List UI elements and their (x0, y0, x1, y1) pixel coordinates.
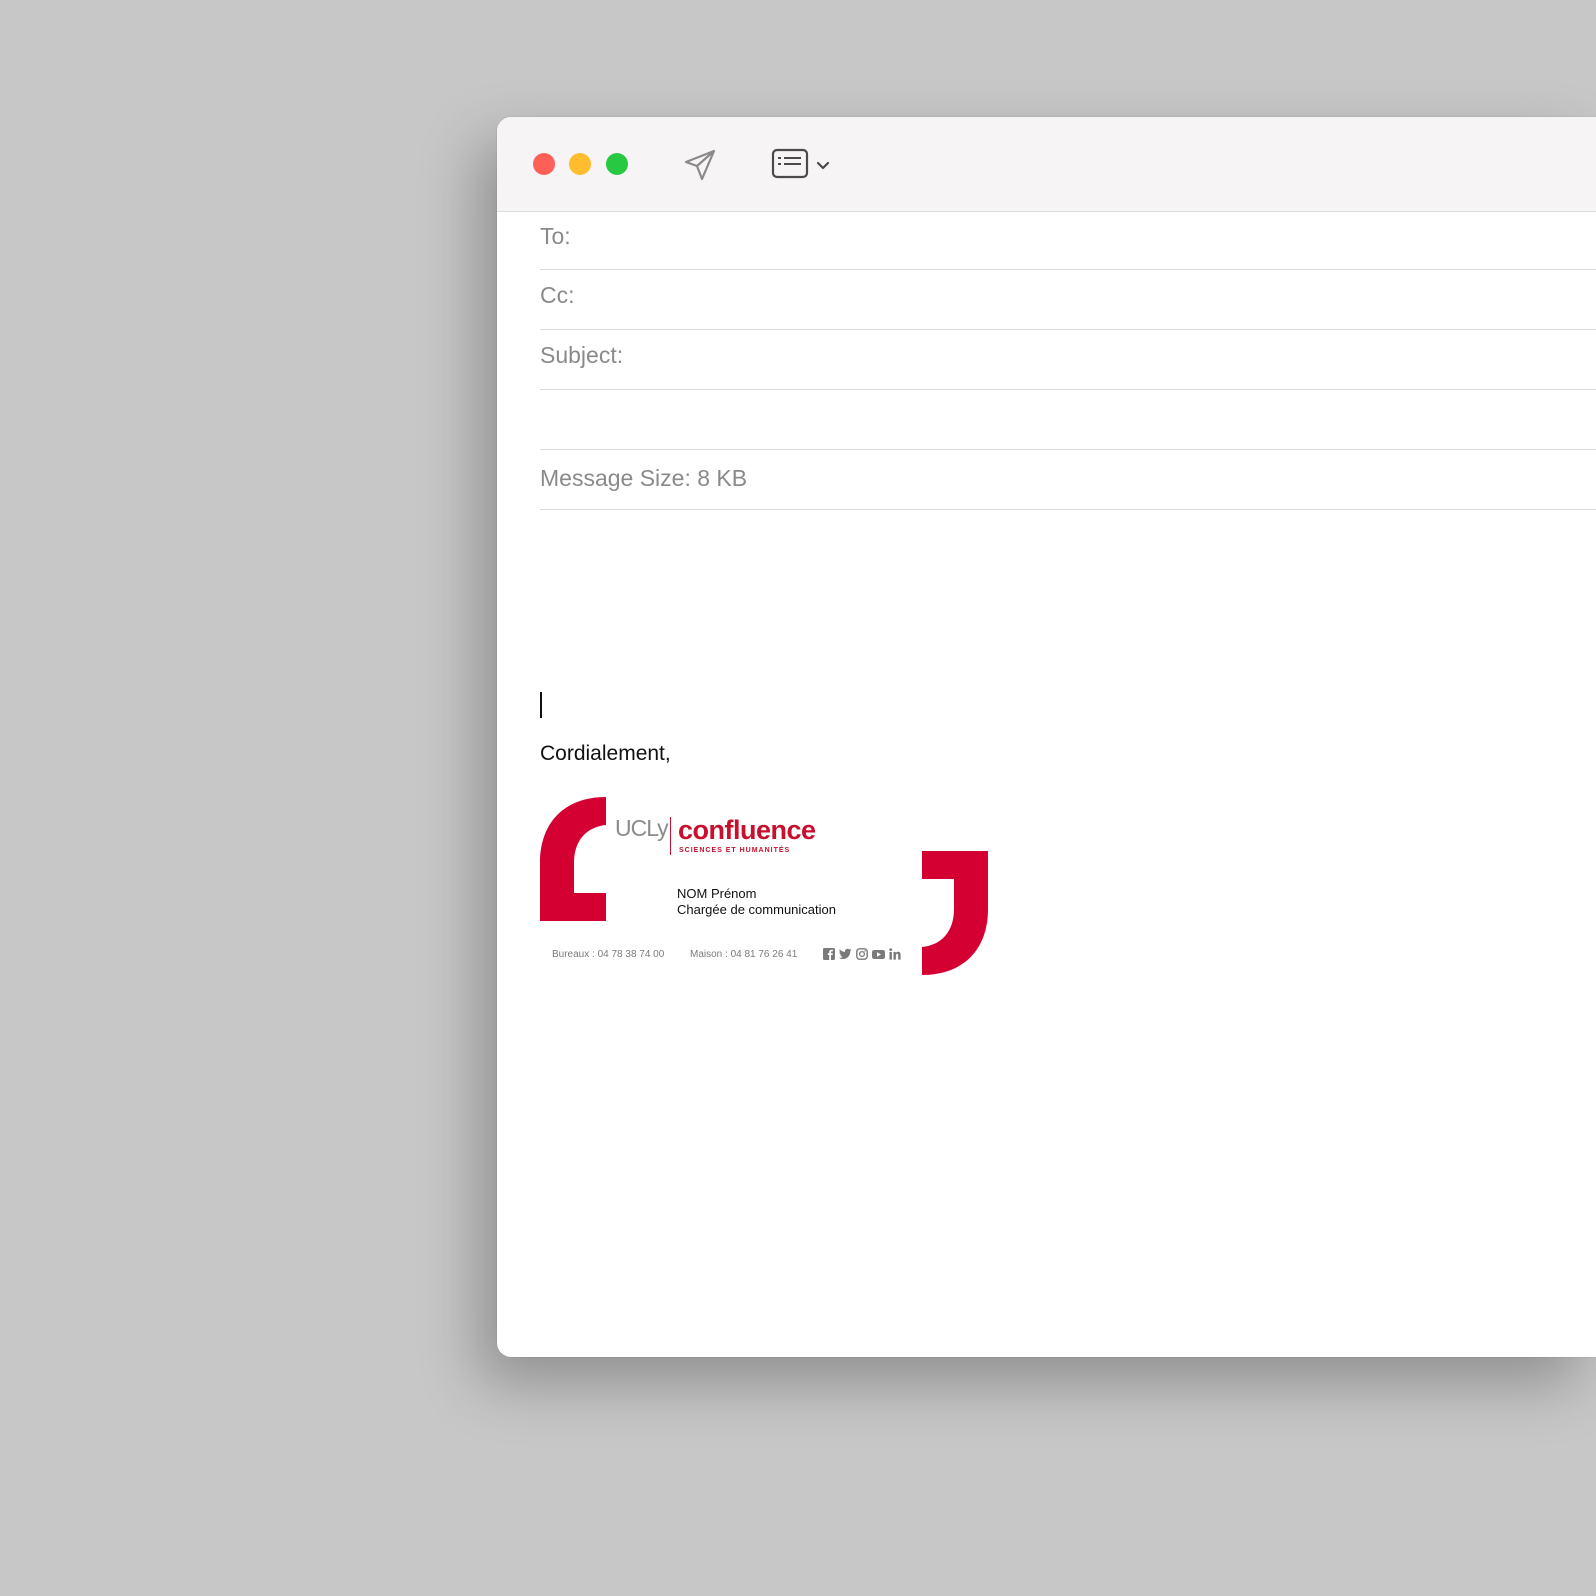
subject-field[interactable] (662, 338, 1576, 376)
paper-plane-icon (684, 149, 716, 181)
right-bracket-graphic (922, 851, 988, 975)
linkedin-icon[interactable] (889, 948, 901, 960)
left-bracket-graphic (540, 797, 606, 921)
institution-logo: UCLy confluence SCIENCES ET HUMANITÉS (615, 815, 825, 863)
message-size-row: Message Size: 8 KB (540, 450, 1596, 510)
to-field[interactable] (650, 219, 1576, 257)
zoom-button[interactable] (606, 153, 628, 175)
signature-role: Chargée de communication (677, 902, 836, 917)
ucly-logo-text: UCLy (615, 815, 669, 841)
text-cursor[interactable] (540, 692, 542, 718)
minimize-button[interactable] (569, 153, 591, 175)
facebook-icon[interactable] (823, 948, 835, 960)
closing-text: Cordialement, (540, 742, 671, 765)
cc-label: Cc: (540, 282, 575, 308)
to-label: To: (540, 223, 571, 249)
email-signature: UCLy confluence SCIENCES ET HUMANITÉS NO… (540, 797, 1000, 982)
signature-name: NOM Prénom (677, 886, 757, 901)
confluence-logo-subtitle: SCIENCES ET HUMANITÉS (679, 847, 791, 854)
to-row: To: (540, 211, 1596, 270)
message-size-label: Message Size: 8 KB (540, 465, 748, 491)
subject-label: Subject: (540, 342, 624, 368)
cc-row: Cc: (540, 270, 1596, 330)
header-fields-button[interactable] (771, 148, 809, 180)
signature-office-phone: Bureaux : 04 78 38 74 00 (552, 949, 665, 960)
chevron-down-icon (816, 161, 830, 170)
empty-header-row (540, 390, 1596, 450)
signature-home-phone: Maison : 04 81 76 26 41 (690, 949, 798, 960)
toolbar (497, 117, 1596, 212)
subject-row: Subject: (540, 330, 1596, 390)
send-button[interactable] (682, 147, 718, 183)
cc-field[interactable] (650, 278, 1576, 316)
header-fields-dropdown[interactable] (816, 159, 830, 171)
twitter-icon[interactable] (839, 948, 852, 960)
youtube-icon[interactable] (872, 948, 885, 960)
instagram-icon[interactable] (856, 948, 868, 960)
close-button[interactable] (533, 153, 555, 175)
mail-compose-window: To: Cc: Subject: Message Size: 8 KB Cord… (497, 117, 1596, 1357)
logo-divider (670, 817, 671, 855)
confluence-logo-text: confluence (678, 815, 816, 845)
header-fields-icon (771, 148, 809, 179)
